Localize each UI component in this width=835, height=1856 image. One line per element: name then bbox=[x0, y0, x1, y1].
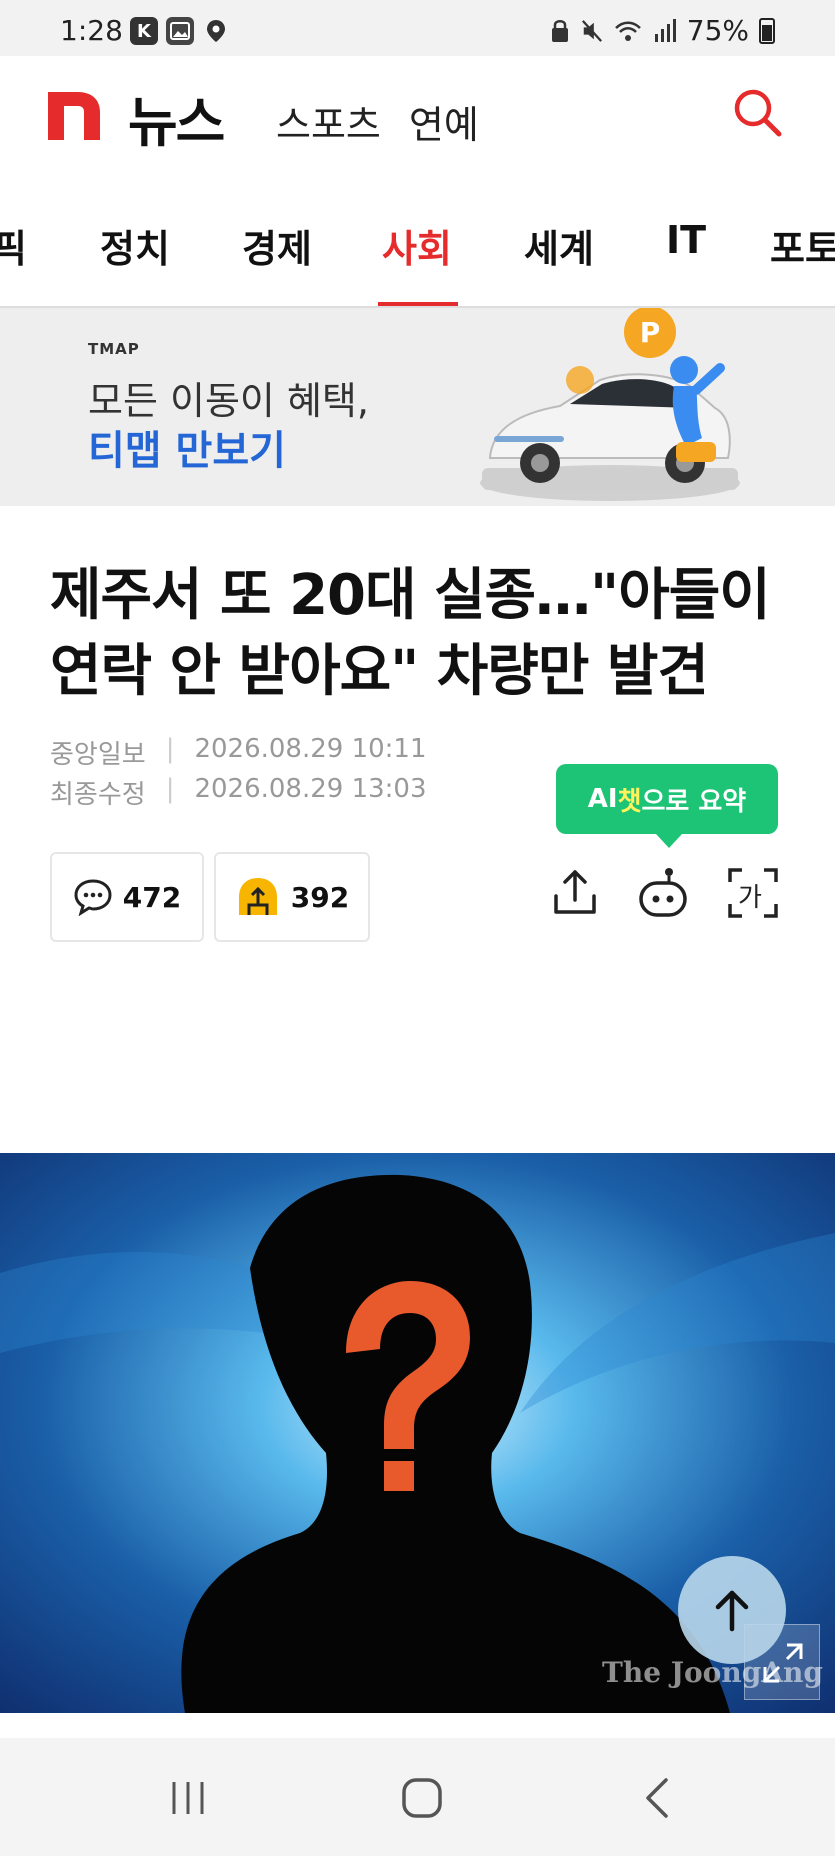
published-time: 2026.08.29 10:11 bbox=[194, 734, 427, 764]
arrow-up-icon bbox=[715, 1590, 749, 1632]
battery-icon bbox=[759, 17, 775, 44]
ad-banner[interactable]: TMAP 모든 이동이 혜택, 티맵 만보기 P bbox=[0, 308, 835, 506]
ad-line2: 티맵 만보기 bbox=[88, 428, 286, 474]
app-header: 뉴스 스포츠 연예 bbox=[0, 56, 835, 174]
naver-logo-icon[interactable] bbox=[48, 92, 100, 140]
ai-tip-highlight: 챗 bbox=[617, 786, 642, 817]
status-bar: 1:28 K 75% bbox=[0, 0, 835, 56]
category-tabs: 픽 정치 경제 사회 세계 IT 포토 bbox=[0, 174, 835, 308]
ad-line1: 모든 이동이 혜택, bbox=[88, 379, 369, 423]
reaction-count: 392 bbox=[290, 880, 350, 914]
ai-summary-tooltip[interactable]: AI 챗 으로 요약 bbox=[556, 764, 778, 848]
lock-icon bbox=[551, 19, 568, 42]
comment-icon bbox=[74, 879, 112, 916]
modified-label: 최종수정 bbox=[50, 780, 146, 810]
scroll-to-top-button[interactable] bbox=[678, 1556, 786, 1664]
mute-icon bbox=[581, 19, 602, 42]
tab-politics[interactable]: 정치 bbox=[100, 218, 170, 273]
gallery-icon bbox=[166, 17, 194, 45]
tab-it[interactable]: IT bbox=[666, 218, 706, 262]
ad-car-illustration: P bbox=[480, 308, 740, 501]
search-icon[interactable] bbox=[729, 84, 785, 140]
font-size-button[interactable]: 가 bbox=[726, 866, 780, 920]
font-size-label: 가 bbox=[738, 883, 762, 913]
nav-entertainment[interactable]: 연예 bbox=[409, 94, 479, 149]
signal-icon bbox=[654, 18, 676, 42]
tab-economy[interactable]: 경제 bbox=[242, 218, 312, 273]
wifi-icon bbox=[614, 21, 641, 41]
battery-percent: 75% bbox=[686, 14, 749, 47]
tab-society[interactable]: 사회 bbox=[382, 218, 452, 273]
active-tab-indicator bbox=[378, 302, 458, 306]
article-meta-modified: 최종수정 | 2026.08.29 13:03 bbox=[50, 774, 427, 811]
recent-apps-icon[interactable] bbox=[164, 1774, 212, 1822]
ai-tip-prefix: AI bbox=[587, 784, 618, 814]
system-navigation-bar bbox=[0, 1738, 835, 1856]
modified-time: 2026.08.29 13:03 bbox=[194, 774, 427, 804]
svg-text:P: P bbox=[640, 316, 661, 349]
article-source[interactable]: 중앙일보 bbox=[50, 734, 146, 771]
share-icon[interactable] bbox=[548, 866, 602, 920]
status-time: 1:28 bbox=[60, 14, 123, 47]
comment-count: 472 bbox=[122, 880, 182, 914]
back-icon[interactable] bbox=[634, 1774, 682, 1822]
home-icon[interactable] bbox=[398, 1774, 446, 1822]
meta-separator: | bbox=[165, 774, 175, 804]
brand-title[interactable]: 뉴스 bbox=[128, 78, 225, 157]
ai-tip-suffix: 으로 요약 bbox=[641, 786, 747, 817]
article-meta-published: 중앙일보 | 2026.08.29 10:11 bbox=[50, 734, 427, 771]
nav-sports[interactable]: 스포츠 bbox=[276, 94, 381, 149]
k-app-icon: K bbox=[130, 17, 158, 45]
ai-bot-icon[interactable] bbox=[636, 866, 690, 920]
comment-button[interactable]: 472 bbox=[50, 852, 204, 942]
tab-pick[interactable]: 픽 bbox=[0, 218, 27, 273]
meta-separator: | bbox=[165, 734, 175, 764]
reaction-emoji-icon bbox=[238, 878, 277, 915]
tab-photo[interactable]: 포토 bbox=[770, 218, 835, 273]
tab-world[interactable]: 세계 bbox=[524, 218, 594, 273]
reaction-button[interactable]: 392 bbox=[214, 852, 370, 942]
map-pin-icon bbox=[202, 17, 230, 45]
ad-brand: TMAP bbox=[88, 340, 140, 358]
article-headline: 제주서 또 20대 실종…"아들이 연락 안 받아요" 차량만 발견 bbox=[50, 563, 771, 704]
